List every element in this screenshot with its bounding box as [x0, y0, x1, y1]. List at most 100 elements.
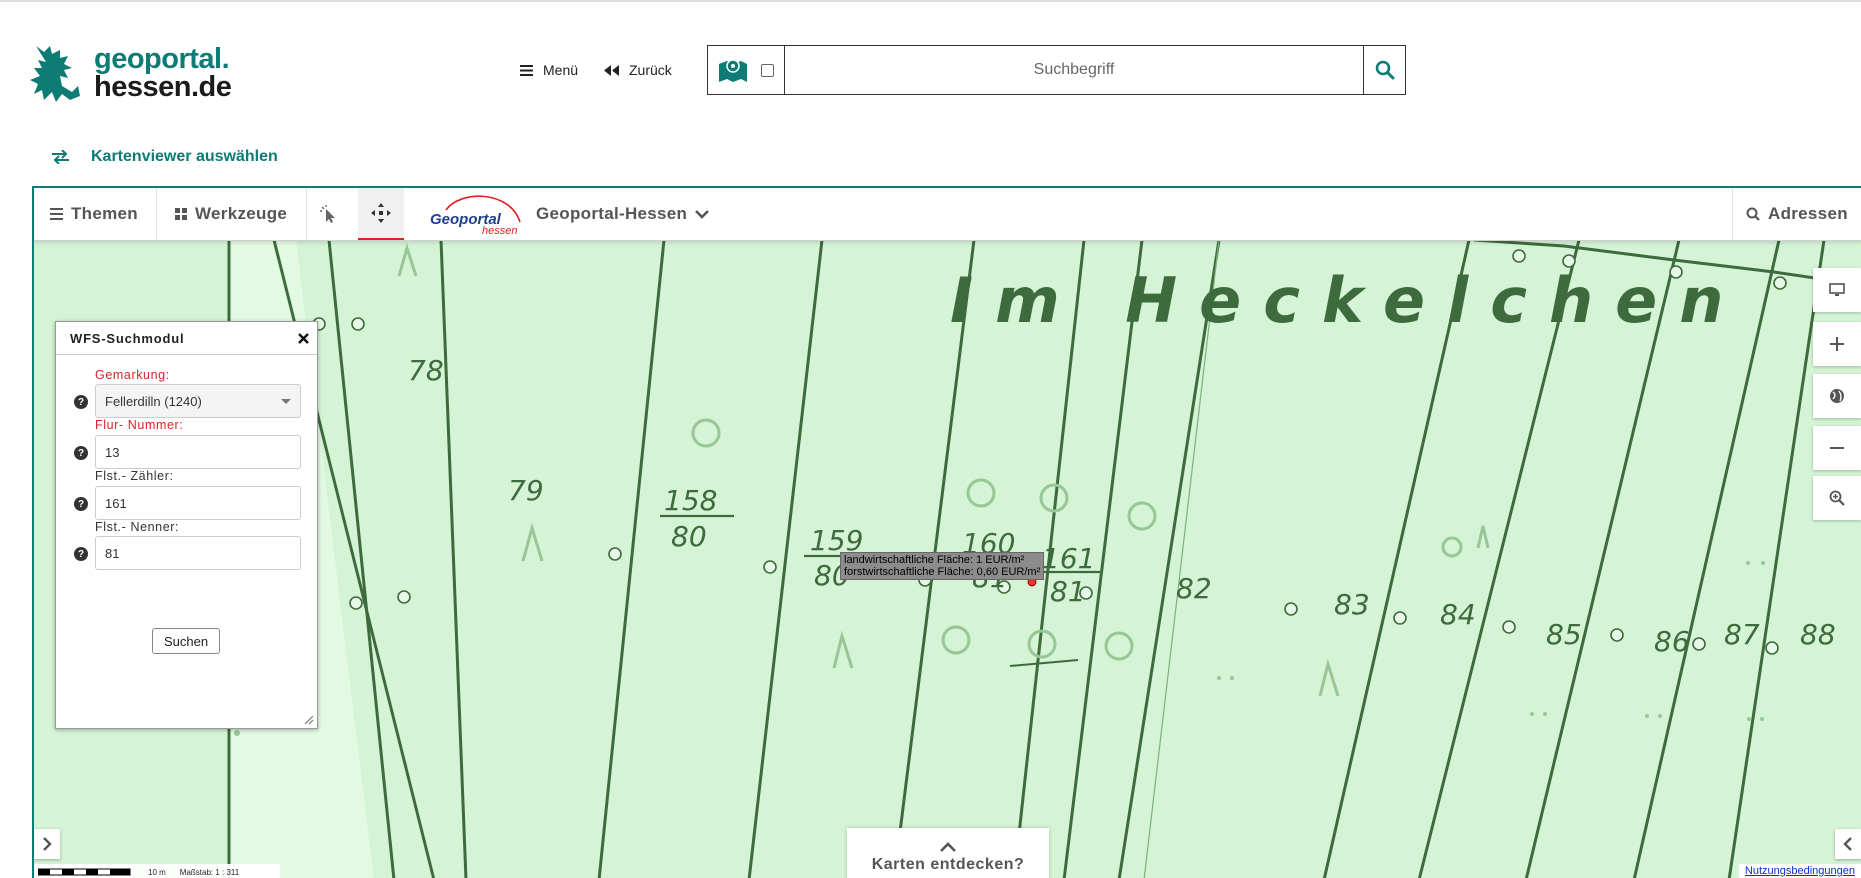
- map-search-toggle[interactable]: [708, 46, 785, 94]
- zaehler-input[interactable]: 161: [95, 486, 301, 520]
- parcel-85: 85: [1546, 618, 1582, 651]
- chevron-right-icon: [43, 837, 52, 851]
- swap-icon: [52, 150, 69, 164]
- portal-dropdown[interactable]: Geoportal-Hessen: [536, 188, 710, 240]
- scale-bar: 10 m Maßstab: 1 : 311: [34, 864, 280, 878]
- right-panel-toggle[interactable]: [1835, 829, 1861, 859]
- zoom-box-button[interactable]: [1813, 476, 1861, 520]
- map-viewer: Im Heckelchen 78 79 158 80 159 80 160 81…: [32, 186, 1861, 878]
- pointer-icon: [320, 205, 335, 223]
- scale-graphic: [38, 868, 131, 876]
- move-icon: [371, 203, 391, 223]
- parcel-88: 88: [1800, 618, 1836, 651]
- logo-line1: geoportal.: [94, 43, 230, 75]
- back-button[interactable]: Zurück: [604, 62, 672, 78]
- help-icon[interactable]: ?: [74, 497, 88, 511]
- back-icon: [604, 64, 619, 76]
- themes-label: Themen: [71, 204, 138, 223]
- map-search-checkbox[interactable]: [760, 63, 774, 77]
- nenner-label: Flst.- Nenner:: [95, 520, 180, 534]
- parcel-87: 87: [1724, 618, 1760, 651]
- grid-icon: [175, 208, 187, 220]
- parcel-86: 86: [1654, 625, 1690, 658]
- flur-input[interactable]: 13: [95, 435, 301, 469]
- parcel-161-num: 161: [1042, 542, 1095, 575]
- toolbar-divider: [306, 188, 307, 240]
- parcel-161-den: 81: [1050, 575, 1086, 608]
- gemarkung-select[interactable]: Fellerdilln (1240): [95, 384, 301, 418]
- tools-label: Werkzeuge: [195, 204, 288, 223]
- parcel-158-num: 158: [664, 484, 717, 517]
- minus-icon: [1830, 447, 1844, 449]
- close-icon[interactable]: [298, 332, 309, 344]
- plus-icon: [1830, 337, 1844, 351]
- parcel-84: 84: [1440, 598, 1476, 631]
- geoportal-hessen-logo[interactable]: Geoportal hessen: [430, 194, 526, 236]
- menu-button[interactable]: Menü: [520, 62, 578, 78]
- site-logo[interactable]: geoportal. hessen.de: [28, 42, 232, 104]
- flur-label: Flur- Nummer:: [95, 418, 184, 432]
- menu-icon: [520, 64, 533, 76]
- parcel-78: 78: [408, 354, 444, 387]
- area-name-label: Im Heckelchen: [950, 264, 1745, 337]
- logo-line2: hessen.de: [94, 71, 232, 103]
- discover-label: Karten entdecken?: [871, 856, 1025, 873]
- scale-text: Maßstab: 1 : 311: [179, 867, 240, 877]
- top-border: [0, 0, 1861, 2]
- toolbar-divider: [1732, 188, 1733, 240]
- help-icon[interactable]: ?: [74, 446, 88, 460]
- viewer-select-link[interactable]: Kartenviewer auswählen: [52, 148, 278, 166]
- viewer-select-label: Kartenviewer auswählen: [91, 148, 278, 165]
- wfs-title: WFS-Suchmodul: [70, 330, 185, 346]
- search-submit-button[interactable]: Suchen: [152, 628, 220, 654]
- lion-logo-icon: [30, 46, 80, 102]
- tooltip-line2: forstwirtschaftliche Fläche: 0,60 EUR/m²: [844, 566, 1041, 578]
- price-tooltip: landwirtschaftliche Fläche: 1 EUR/m² for…: [840, 552, 1045, 580]
- pan-tool-button[interactable]: [358, 188, 404, 240]
- chevron-down-icon: [695, 210, 710, 219]
- menu-icon: [50, 208, 63, 220]
- chevron-left-icon: [1843, 837, 1852, 851]
- globe-icon: [1830, 389, 1844, 403]
- search-icon: [1375, 60, 1394, 80]
- address-search-button[interactable]: Adressen: [1746, 188, 1848, 240]
- address-label: Adressen: [1768, 204, 1848, 223]
- portal-logo-text-2: hessen: [482, 225, 517, 236]
- map-toolbar: Themen Werkzeuge Geoportal hessen Geopor…: [34, 188, 1861, 241]
- menu-label: Menü: [543, 62, 579, 78]
- portal-name: Geoportal-Hessen: [536, 204, 688, 223]
- help-icon[interactable]: ?: [74, 547, 88, 561]
- zoom-extent-button[interactable]: [1813, 374, 1861, 418]
- parcel-82: 82: [1176, 572, 1212, 605]
- nenner-value: 81: [105, 545, 120, 561]
- zoom-out-button[interactable]: [1813, 426, 1861, 470]
- monitor-icon: [1829, 283, 1845, 296]
- left-panel-toggle[interactable]: [34, 829, 60, 859]
- terms-link[interactable]: Nutzungsbedingungen: [1738, 864, 1861, 878]
- fullscreen-button[interactable]: [1813, 268, 1861, 312]
- nenner-input[interactable]: 81: [95, 536, 301, 570]
- parcel-158-den: 80: [671, 520, 707, 553]
- zoom-in-button[interactable]: [1813, 322, 1861, 366]
- map-icon: [718, 59, 747, 82]
- help-icon[interactable]: ?: [74, 395, 88, 409]
- discover-maps-button[interactable]: Karten entdecken?: [847, 828, 1049, 878]
- search-input[interactable]: [785, 46, 1363, 94]
- search-button[interactable]: [1363, 46, 1405, 94]
- resize-handle-icon[interactable]: [304, 715, 314, 725]
- zaehler-label: Flst.- Zähler:: [95, 469, 174, 483]
- wfs-search-panel: WFS-Suchmodul Gemarkung: ? Fellerdilln (…: [55, 321, 318, 729]
- scale-distance: 10 m: [148, 867, 166, 877]
- chevron-up-icon: [940, 842, 956, 852]
- zoom-icon: [1829, 490, 1845, 506]
- gemarkung-label: Gemarkung:: [95, 368, 170, 382]
- zaehler-value: 161: [105, 495, 127, 511]
- chevron-down-icon: [281, 398, 291, 404]
- themes-button[interactable]: Themen: [50, 188, 138, 240]
- select-tool-button[interactable]: [320, 188, 338, 240]
- flur-value: 13: [105, 444, 120, 460]
- tooltip-line1: landwirtschaftliche Fläche: 1 EUR/m²: [844, 554, 1025, 566]
- parcel-83: 83: [1334, 588, 1370, 621]
- tools-button[interactable]: Werkzeuge: [175, 188, 287, 240]
- search-icon: [1746, 207, 1760, 221]
